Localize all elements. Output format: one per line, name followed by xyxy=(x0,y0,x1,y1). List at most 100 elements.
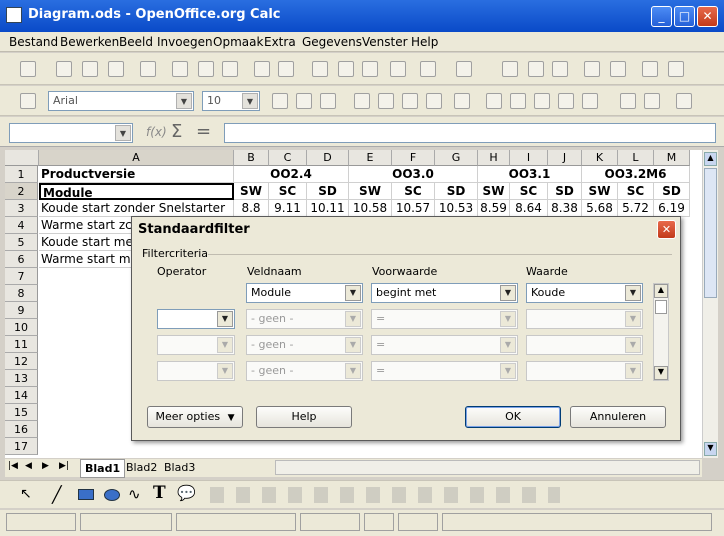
paste-icon[interactable] xyxy=(362,61,378,77)
cut-icon[interactable] xyxy=(312,61,328,77)
menu-venster[interactable]: Venster xyxy=(362,35,408,49)
value-combo-4[interactable]: ▼ xyxy=(526,361,643,381)
cell[interactable]: 10.11 xyxy=(307,200,349,217)
scroll-thumb[interactable] xyxy=(704,168,717,298)
scroll-down-icon[interactable]: ▼ xyxy=(704,442,717,456)
select-all-corner[interactable] xyxy=(5,150,39,166)
text-icon[interactable]: T xyxy=(153,483,166,503)
menu-gegevens[interactable]: Gegevens xyxy=(302,35,362,49)
formula-input[interactable] xyxy=(224,123,716,143)
operator-combo-3[interactable]: ▼ xyxy=(157,335,235,355)
cancel-button[interactable]: Annuleren xyxy=(570,406,666,428)
row-header[interactable]: 14 xyxy=(5,387,38,404)
ellipse-icon[interactable] xyxy=(104,489,120,501)
row-header[interactable]: 12 xyxy=(5,353,38,370)
percent-icon[interactable] xyxy=(510,93,526,109)
value-combo-3[interactable]: ▼ xyxy=(526,335,643,355)
underline-icon[interactable] xyxy=(320,93,336,109)
cell[interactable]: 5.68 xyxy=(582,200,618,217)
data-sources-icon[interactable] xyxy=(668,61,684,77)
export-pdf-icon[interactable] xyxy=(172,61,188,77)
row-header[interactable]: 9 xyxy=(5,302,38,319)
chevron-down-icon[interactable]: ▼ xyxy=(217,311,233,327)
next-sheet-icon[interactable]: ▶ xyxy=(42,461,49,471)
column-header-h[interactable]: H xyxy=(478,150,510,166)
operator-combo-2[interactable]: ▼ xyxy=(157,309,235,329)
cell[interactable]: SW xyxy=(234,183,269,200)
spellcheck-icon[interactable] xyxy=(254,61,270,77)
row-header[interactable]: 10 xyxy=(5,319,38,336)
row-header[interactable]: 17 xyxy=(5,438,38,455)
dialog-close-button[interactable]: ✕ xyxy=(657,220,676,239)
row-header[interactable]: 13 xyxy=(5,370,38,387)
cell-group-oo30[interactable]: OO3.0 xyxy=(349,166,478,183)
condition-combo-3[interactable]: = ▼ xyxy=(371,335,518,355)
column-header-e[interactable]: E xyxy=(349,150,392,166)
format-paintbrush-icon[interactable] xyxy=(390,61,406,77)
new-document-icon[interactable] xyxy=(20,61,36,77)
hyperlink-icon[interactable] xyxy=(502,61,518,77)
cell[interactable]: SW xyxy=(478,183,510,200)
column-header-d[interactable]: D xyxy=(307,150,349,166)
column-header-a[interactable]: A xyxy=(39,150,234,166)
cell[interactable]: SC xyxy=(510,183,548,200)
column-header-l[interactable]: L xyxy=(618,150,654,166)
name-box[interactable]: ▼ xyxy=(9,123,133,143)
cell[interactable]: 8.8 xyxy=(234,200,269,217)
sheet-tab-blad1[interactable]: Blad1 xyxy=(80,459,126,478)
increase-indent-icon[interactable] xyxy=(644,93,660,109)
curve-icon[interactable]: ∿ xyxy=(128,485,141,503)
chevron-down-icon[interactable]: ▼ xyxy=(500,285,516,301)
navigator-icon[interactable] xyxy=(610,61,626,77)
italic-icon[interactable] xyxy=(296,93,312,109)
last-sheet-icon[interactable]: ▶| xyxy=(59,461,69,471)
redo-icon[interactable] xyxy=(456,61,472,77)
cell[interactable]: 10.57 xyxy=(392,200,435,217)
cell[interactable]: SW xyxy=(349,183,392,200)
row-header[interactable]: 2 xyxy=(5,183,38,200)
cell[interactable]: 8.59 xyxy=(478,200,510,217)
align-left-icon[interactable] xyxy=(354,93,370,109)
chevron-down-icon[interactable]: ▼ xyxy=(625,285,641,301)
menu-extra[interactable]: Extra xyxy=(264,35,296,49)
cell[interactable]: SW xyxy=(582,183,618,200)
first-sheet-icon[interactable]: |◀ xyxy=(8,461,18,471)
value-combo-2[interactable]: ▼ xyxy=(526,309,643,329)
field-name-combo-2[interactable]: - geen - ▼ xyxy=(246,309,363,329)
column-header-j[interactable]: J xyxy=(548,150,582,166)
cell[interactable]: SC xyxy=(392,183,435,200)
autospellcheck-icon[interactable] xyxy=(278,61,294,77)
menu-opmaak[interactable]: Opmaak xyxy=(213,35,263,49)
cell[interactable]: SD xyxy=(548,183,582,200)
cell[interactable]: 6.19 xyxy=(654,200,690,217)
font-name-combo[interactable]: Arial ▼ xyxy=(48,91,194,111)
scroll-up-icon[interactable]: ▲ xyxy=(654,284,668,298)
column-header-m[interactable]: M xyxy=(654,150,690,166)
align-center-icon[interactable] xyxy=(378,93,394,109)
copy-icon[interactable] xyxy=(338,61,354,77)
vertical-scrollbar[interactable]: ▲ ▼ xyxy=(702,150,718,458)
horizontal-scrollbar[interactable] xyxy=(275,460,700,475)
more-options-button[interactable]: Meer opties ▼ xyxy=(147,406,243,428)
cell[interactable]: 10.53 xyxy=(435,200,478,217)
chevron-down-icon[interactable]: ▼ xyxy=(345,285,361,301)
sum-icon[interactable]: Σ xyxy=(171,121,182,142)
remove-decimal-icon[interactable] xyxy=(582,93,598,109)
chart-icon[interactable] xyxy=(584,61,600,77)
email-icon[interactable] xyxy=(108,61,124,77)
row-header[interactable]: 7 xyxy=(5,268,38,285)
sort-ascending-icon[interactable] xyxy=(528,61,544,77)
column-header-i[interactable]: I xyxy=(510,150,548,166)
cell[interactable]: SD xyxy=(435,183,478,200)
cell[interactable]: SD xyxy=(307,183,349,200)
font-size-combo[interactable]: 10 ▼ xyxy=(202,91,260,111)
cell-group-oo24[interactable]: OO2.4 xyxy=(234,166,349,183)
column-header-b[interactable]: B xyxy=(234,150,269,166)
justify-icon[interactable] xyxy=(426,93,442,109)
cell-a2-selected[interactable]: Module xyxy=(39,183,234,200)
cell[interactable]: Koude start zonder Snelstarter xyxy=(39,200,234,217)
prev-sheet-icon[interactable]: ◀ xyxy=(25,461,32,471)
cell[interactable]: 8.64 xyxy=(510,200,548,217)
cell[interactable]: 10.58 xyxy=(349,200,392,217)
chevron-down-icon[interactable]: ▼ xyxy=(176,93,192,109)
